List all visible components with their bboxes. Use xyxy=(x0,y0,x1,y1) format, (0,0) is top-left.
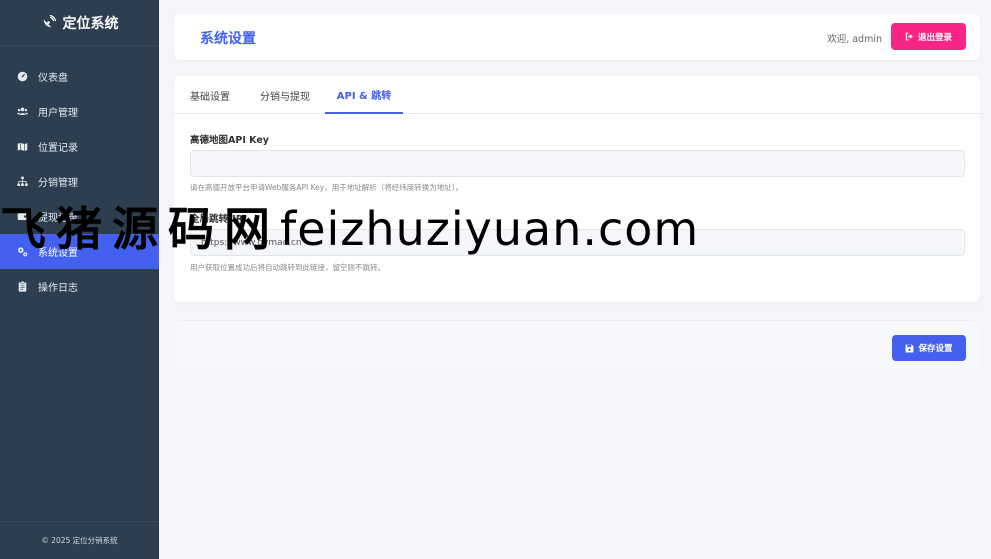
sidebar-item-users[interactable]: 用户管理 xyxy=(0,94,159,129)
sitemap-icon xyxy=(16,176,28,188)
sidebar: 定位系统 仪表盘 用户管理 位置记录 分销管理 提现记录 系统设置 操作日志 ©… xyxy=(0,0,159,559)
save-label: 保存设置 xyxy=(918,344,953,354)
settings-card: 基础设置 分销与提现 API & 跳转 高德地图API Key 请在高德开放平台… xyxy=(174,76,980,302)
sidebar-item-label: 仪表盘 xyxy=(38,73,68,84)
amap-key-input[interactable] xyxy=(190,150,965,177)
page-title: 系统设置 xyxy=(200,31,256,47)
save-settings-button[interactable]: 保存设置 xyxy=(892,335,966,361)
satellite-dish-icon xyxy=(43,15,56,28)
sidebar-footer: © 2025 定位分销系统 xyxy=(0,521,159,559)
save-icon xyxy=(906,344,914,352)
brand-title: 定位系统 xyxy=(62,15,119,32)
users-icon xyxy=(16,106,28,118)
logout-label: 退出登录 xyxy=(917,32,952,43)
form-actions: 保存设置 xyxy=(174,320,980,375)
sidebar-item-label: 分销管理 xyxy=(38,178,78,189)
sidebar-item-label: 位置记录 xyxy=(38,143,78,154)
sidebar-item-logs[interactable]: 操作日志 xyxy=(0,269,159,304)
brand[interactable]: 定位系统 xyxy=(0,0,159,46)
watermark: 飞猪源码网feizhuziyuan.com xyxy=(0,193,991,263)
watermark-en: feizhuziyuan.com xyxy=(280,202,700,256)
redirect-url-help: 用户获取位置成功后将自动跳转到此链接，留空则不跳转。 xyxy=(190,263,385,272)
sign-out-icon xyxy=(905,32,913,41)
amap-key-label: 高德地图API Key xyxy=(190,135,269,146)
dashboard-icon xyxy=(16,71,28,83)
sidebar-item-dashboard[interactable]: 仪表盘 xyxy=(0,59,159,94)
tab-api-redirect[interactable]: API & 跳转 xyxy=(325,76,403,114)
clipboard-icon xyxy=(16,281,28,293)
sidebar-nav: 仪表盘 用户管理 位置记录 分销管理 提现记录 系统设置 操作日志 xyxy=(0,59,159,304)
tab-distribution[interactable]: 分销与提现 xyxy=(260,76,310,114)
tab-basic[interactable]: 基础设置 xyxy=(190,76,230,114)
watermark-cn: 飞猪源码网 xyxy=(0,202,280,256)
welcome-text: 欢迎, admin xyxy=(827,34,882,45)
sidebar-item-label: 用户管理 xyxy=(38,108,78,119)
amap-key-help: 请在高德开放平台申请Web服务API Key，用于地址解析（将经纬度转换为地址）… xyxy=(190,183,463,192)
map-icon xyxy=(16,141,28,153)
settings-tabs: 基础设置 分销与提现 API & 跳转 xyxy=(174,76,980,114)
page-header: 系统设置 欢迎, admin 退出登录 xyxy=(174,14,980,60)
sidebar-item-locations[interactable]: 位置记录 xyxy=(0,129,159,164)
sidebar-item-label: 操作日志 xyxy=(38,283,78,294)
logout-button[interactable]: 退出登录 xyxy=(891,23,966,50)
